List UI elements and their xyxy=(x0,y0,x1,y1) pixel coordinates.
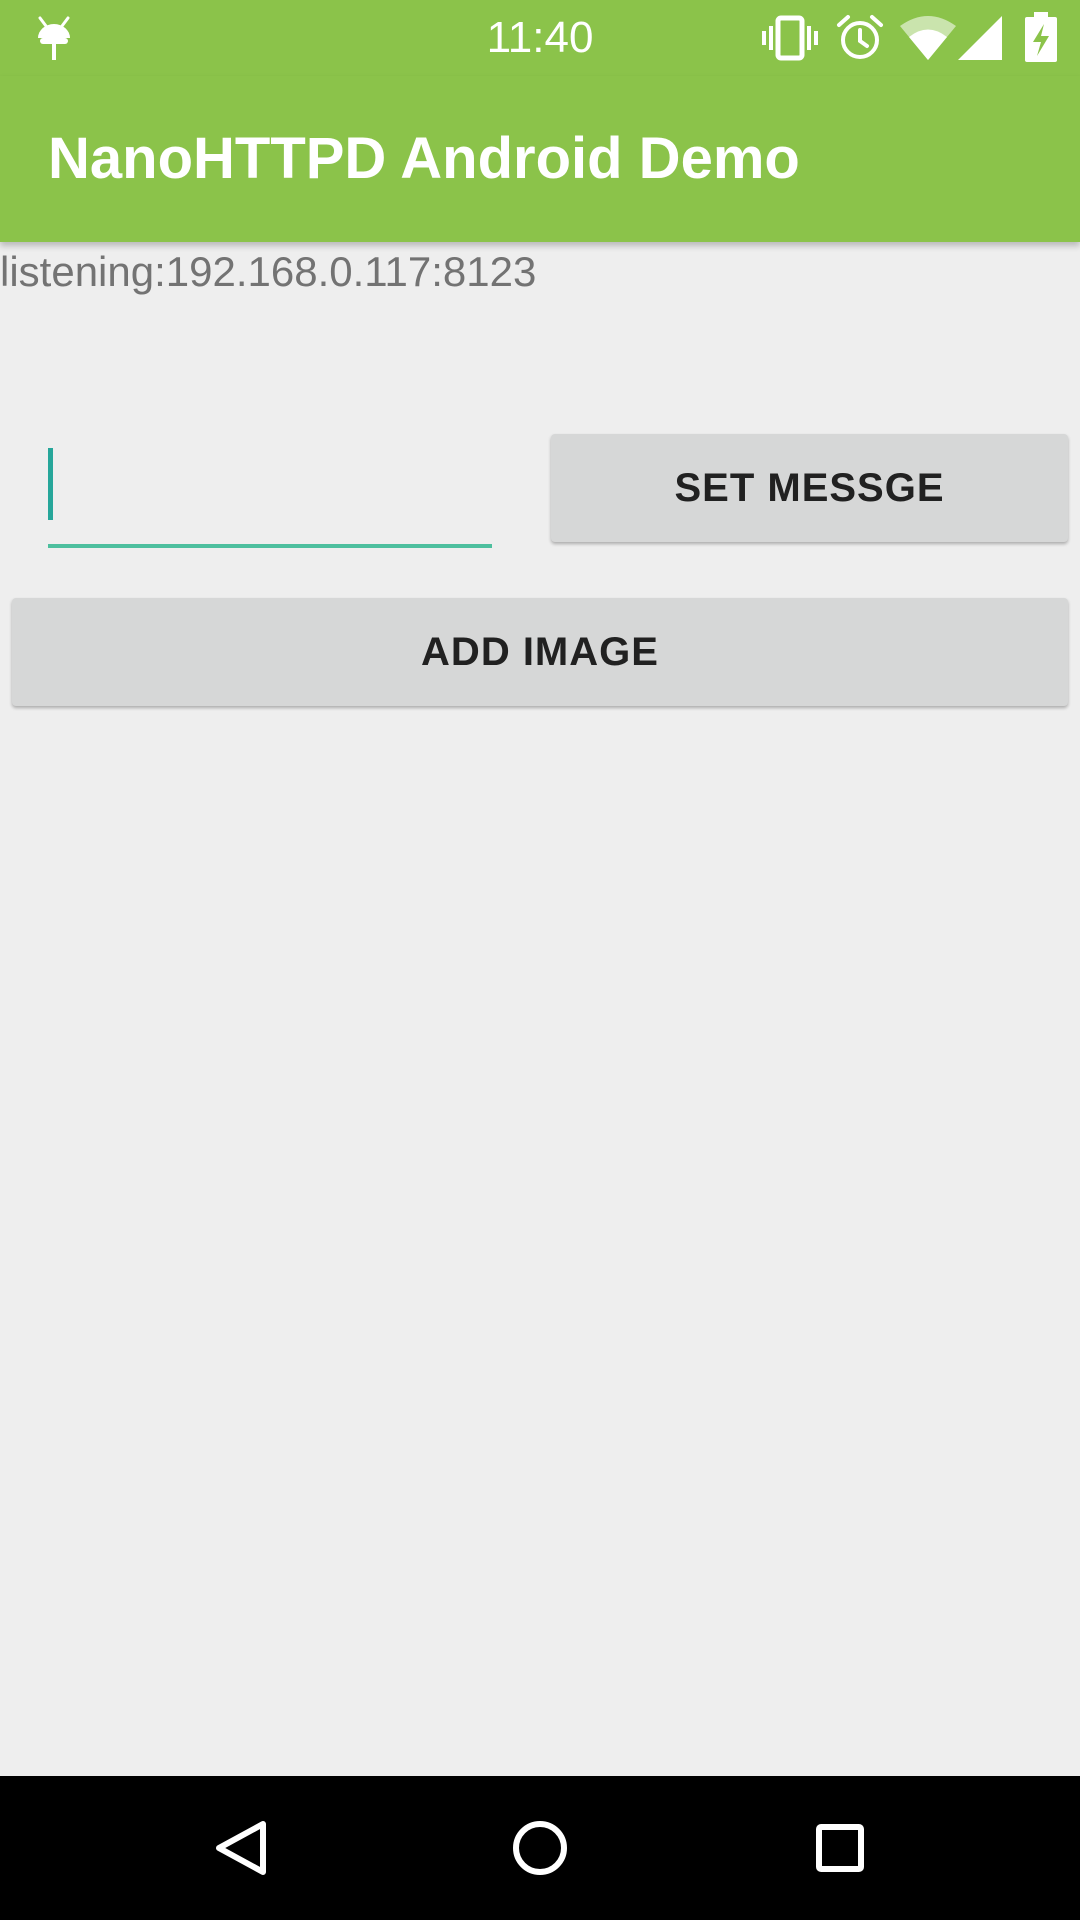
listening-status-text: listening:192.168.0.117:8123 xyxy=(0,248,537,295)
cell-signal-icon xyxy=(958,16,1002,65)
vibrate-icon xyxy=(762,14,818,67)
screen: 11:40 NanoHTTPD Android Demo listening:1… xyxy=(0,0,1080,1920)
alarm-icon xyxy=(836,14,884,67)
message-input-underline xyxy=(48,544,492,548)
add-image-button[interactable]: ADD IMAGE xyxy=(12,598,1068,706)
navigation-bar xyxy=(0,1776,1080,1920)
message-input[interactable] xyxy=(48,440,492,548)
wifi-icon xyxy=(900,16,956,65)
home-icon[interactable] xyxy=(490,1798,590,1898)
message-field[interactable] xyxy=(48,440,492,548)
recents-icon[interactable] xyxy=(790,1798,890,1898)
back-icon[interactable] xyxy=(190,1798,290,1898)
app-title: NanoHTTPD Android Demo xyxy=(48,126,800,191)
set-message-button[interactable]: SET MESSGE xyxy=(551,434,1068,542)
text-cursor xyxy=(48,448,53,520)
status-bar: 11:40 xyxy=(0,0,1080,76)
app-bar: NanoHTTPD Android Demo xyxy=(0,76,1080,242)
battery-charging-icon xyxy=(1024,12,1058,67)
